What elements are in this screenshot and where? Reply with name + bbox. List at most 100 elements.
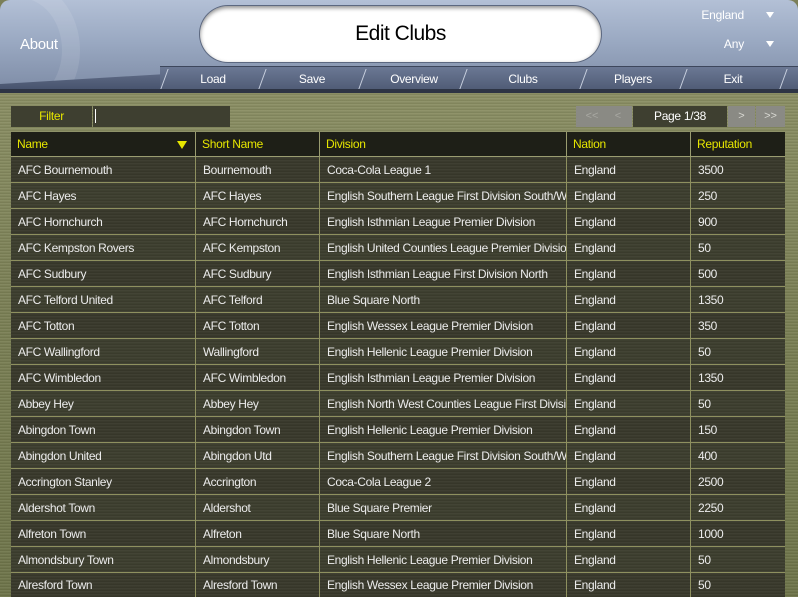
cell-division: Blue Square North (320, 287, 567, 312)
cell-name: AFC Kempston Rovers (11, 235, 196, 260)
last-page-button[interactable]: >> (756, 106, 785, 127)
cell-name: AFC Sudbury (11, 261, 196, 286)
table-row[interactable]: AFC Hayes AFC Hayes English Southern Leagu… (11, 183, 785, 209)
cell-name: AFC Telford United (11, 287, 196, 312)
cell-name: AFC Hornchurch (11, 209, 196, 234)
cell-reputation: 900 (698, 214, 717, 229)
cell-name: AFC Wimbledon (11, 365, 196, 390)
column-header-name[interactable]: Name (11, 132, 196, 157)
cell-short-name: Aldershot (196, 495, 320, 520)
cell-short-name: Almondsbury (196, 547, 320, 572)
cell-reputation: 50 (698, 240, 711, 255)
column-header-label: Name (17, 137, 48, 151)
cell-short-name: AFC Sudbury (196, 261, 320, 286)
cell-nation: England (567, 573, 691, 597)
cell-nation: England (567, 209, 691, 234)
cell-reputation: 1350 (698, 292, 724, 307)
table-row[interactable]: AFC Kempston Rovers AFC Kempston English U… (11, 235, 785, 261)
cell-short-name: Alresford Town (196, 573, 320, 597)
filter-input[interactable] (93, 106, 230, 127)
nav-players[interactable]: Players (585, 67, 681, 91)
cell-reputation: 250 (698, 188, 717, 203)
column-header-division[interactable]: Division (320, 132, 567, 157)
table-body: AFC Bournemouth Bournemouth Coca-Cola Leag… (11, 157, 785, 597)
table-row[interactable]: Alfreton Town Alfreton Blue Square North En… (11, 521, 785, 547)
table-row[interactable]: AFC Sudbury AFC Sudbury English Isthmian L… (11, 261, 785, 287)
table-row[interactable]: AFC Telford United AFC Telford Blue Square… (11, 287, 785, 313)
nation-dropdown[interactable]: England (654, 6, 774, 24)
cell-short-name: AFC Hayes (196, 183, 320, 208)
page-indicator: Page 1/38 (633, 106, 727, 127)
cell-division: English North West Counties League First… (320, 391, 567, 416)
nation-dropdown-value: England (701, 8, 744, 22)
cell-name: Abbey Hey (11, 391, 196, 416)
table-row[interactable]: AFC Wallingford Wallingford English Hellen… (11, 339, 785, 365)
cell-division: English Wessex League Premier Division (320, 313, 567, 338)
cell-reputation: 2500 (698, 474, 724, 489)
next-page-button[interactable]: > (728, 106, 755, 127)
cell-short-name: AFC Hornchurch (196, 209, 320, 234)
table-row[interactable]: AFC Wimbledon AFC Wimbledon English Isthmi… (11, 365, 785, 391)
cell-nation: England (567, 495, 691, 520)
prev-page-button[interactable]: < (604, 106, 632, 127)
clubs-table: Name Short Name Division Nation Reputati… (11, 132, 785, 597)
cell-nation: England (567, 443, 691, 468)
cell-nation: England (567, 521, 691, 546)
sort-descending-icon (177, 141, 187, 149)
column-header-reputation[interactable]: Reputation (691, 132, 785, 157)
cell-reputation: 3500 (698, 162, 724, 177)
cell-short-name: AFC Totton (196, 313, 320, 338)
cell-name: Accrington Stanley (11, 469, 196, 494)
table-row[interactable]: Abingdon United Abingdon Utd English South… (11, 443, 785, 469)
table-row[interactable]: Alresford Town Alresford Town English Wess… (11, 573, 785, 597)
cell-nation: England (567, 157, 691, 182)
table-row[interactable]: Abbey Hey Abbey Hey English North West Cou… (11, 391, 785, 417)
page-title-panel: Edit Clubs (200, 6, 601, 62)
cell-nation: England (567, 469, 691, 494)
nav-save[interactable]: Save (264, 67, 360, 91)
table-row[interactable]: Accrington Stanley Accrington Coca-Cola Le… (11, 469, 785, 495)
cell-division: English United Counties League Premier D… (320, 235, 567, 260)
column-header-nation[interactable]: Nation (567, 132, 691, 157)
table-row[interactable]: AFC Hornchurch AFC Hornchurch English Isth… (11, 209, 785, 235)
nav-clubs[interactable]: Clubs (465, 67, 581, 91)
cell-reputation: 2250 (698, 500, 724, 515)
nav-overview[interactable]: Overview (364, 67, 464, 91)
cell-reputation: 500 (698, 266, 717, 281)
nav-exit[interactable]: Exit (685, 67, 781, 91)
text-caret (95, 109, 96, 123)
cell-short-name: Wallingford (196, 339, 320, 364)
column-header-label: Short Name (202, 137, 264, 151)
cell-division: English Hellenic League Premier Division (320, 417, 567, 442)
cell-reputation: 1000 (698, 526, 724, 541)
table-row[interactable]: Almondsbury Town Almondsbury English Helle… (11, 547, 785, 573)
nav-load[interactable]: Load (166, 67, 260, 91)
cell-short-name: Accrington (196, 469, 320, 494)
about-button[interactable]: About (20, 36, 58, 53)
cell-division: English Isthmian League Premier Division (320, 365, 567, 390)
cell-reputation: 400 (698, 448, 717, 463)
cell-name: Abingdon United (11, 443, 196, 468)
nav-bar: Load Save Overview Clubs Players Exit (160, 66, 798, 90)
cell-reputation: 50 (698, 578, 711, 592)
cell-short-name: Abbey Hey (196, 391, 320, 416)
cell-nation: England (567, 313, 691, 338)
cell-division: English Wessex League Premier Division (320, 573, 567, 597)
cell-division: Blue Square North (320, 521, 567, 546)
cell-division: Blue Square Premier (320, 495, 567, 520)
table-row[interactable]: Abingdon Town Abingdon Town English Hellen… (11, 417, 785, 443)
chevron-down-icon (766, 12, 774, 18)
cell-reputation: 50 (698, 552, 711, 567)
type-dropdown[interactable]: Any (654, 35, 774, 53)
column-header-label: Nation (573, 137, 606, 151)
cell-short-name: AFC Wimbledon (196, 365, 320, 390)
table-row[interactable]: Aldershot Town Aldershot Blue Square Premi… (11, 495, 785, 521)
cell-name: Aldershot Town (11, 495, 196, 520)
cell-division: Coca-Cola League 1 (320, 157, 567, 182)
cell-name: AFC Bournemouth (11, 157, 196, 182)
table-row[interactable]: AFC Totton AFC Totton English Wessex Leagu… (11, 313, 785, 339)
table-row[interactable]: AFC Bournemouth Bournemouth Coca-Cola Leag… (11, 157, 785, 183)
cell-nation: England (567, 547, 691, 572)
column-header-short-name[interactable]: Short Name (196, 132, 320, 157)
cell-nation: England (567, 365, 691, 390)
